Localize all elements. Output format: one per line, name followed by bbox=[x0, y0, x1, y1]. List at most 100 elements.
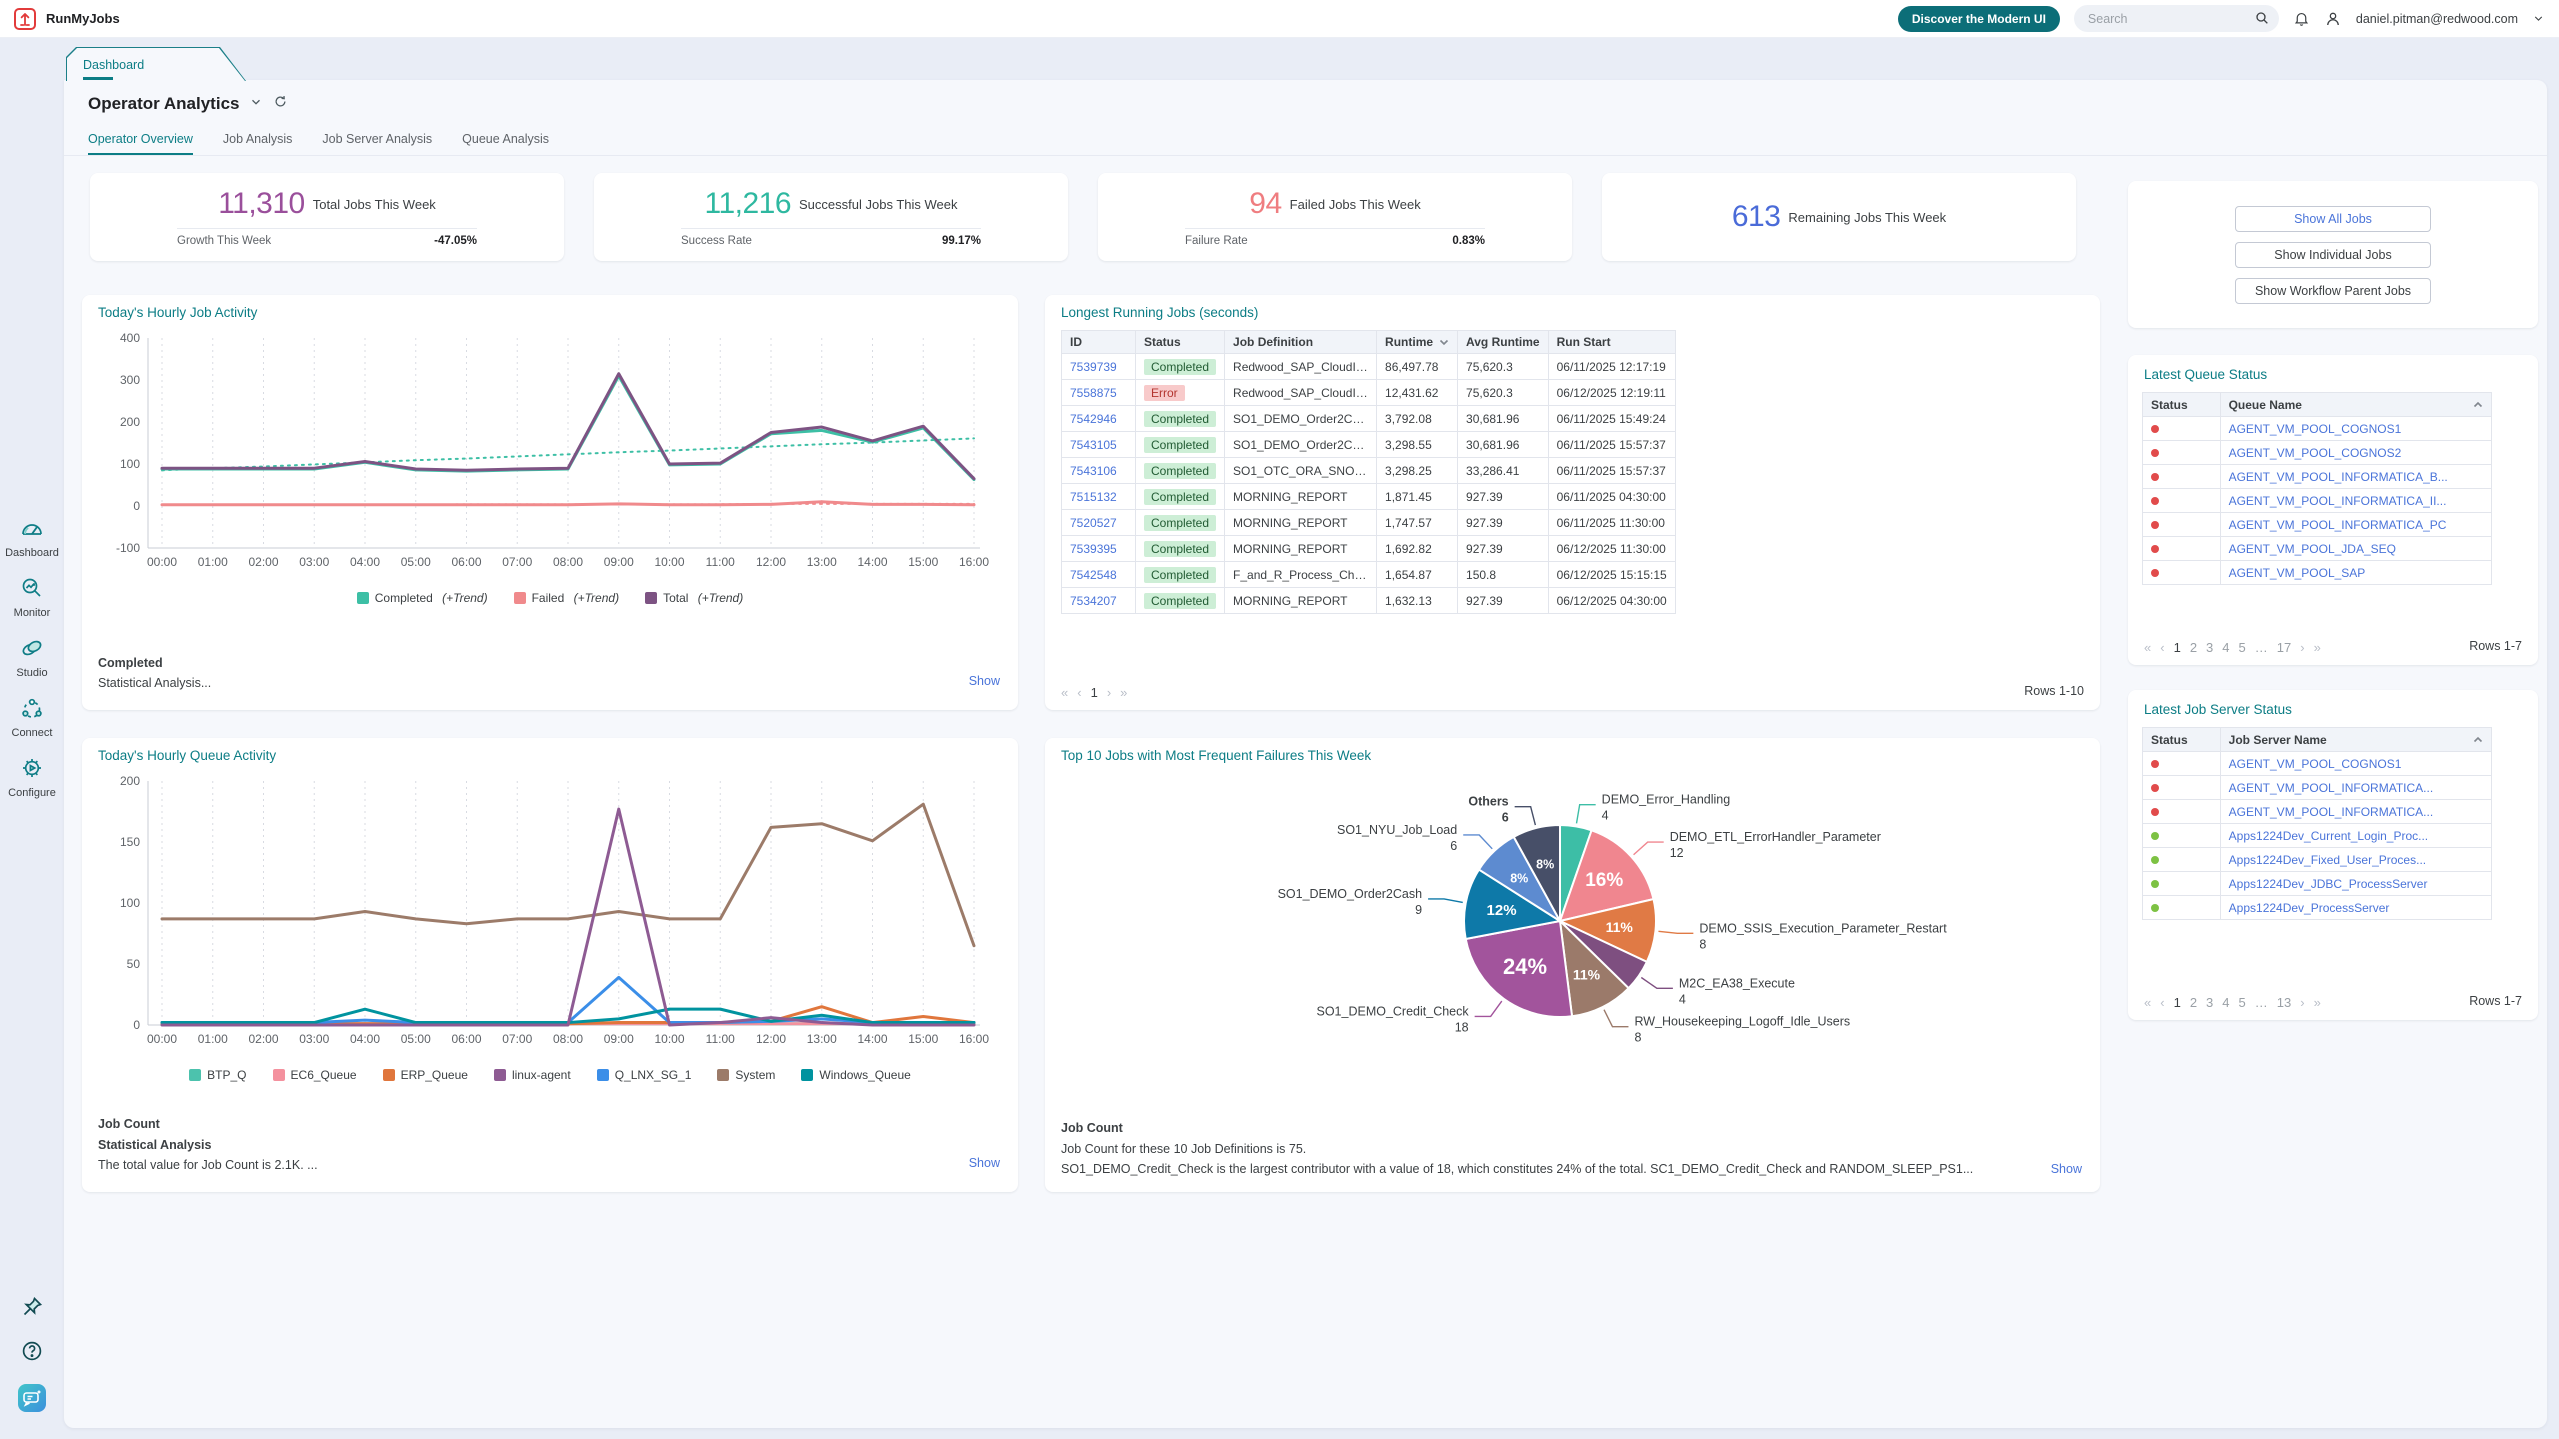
discover-modern-ui-button[interactable]: Discover the Modern UI bbox=[1898, 6, 2060, 32]
page-number[interactable]: 1 bbox=[1091, 685, 1098, 700]
column-header-runtime[interactable]: Runtime bbox=[1377, 331, 1458, 354]
name-link[interactable]: Apps1224Dev_JDBC_ProcessServer bbox=[2229, 877, 2428, 891]
name-link[interactable]: AGENT_VM_POOL_SAP bbox=[2229, 566, 2366, 580]
show-link[interactable]: Show bbox=[2051, 1162, 2082, 1176]
column-header-status[interactable]: Status bbox=[2143, 728, 2221, 752]
job-id-link[interactable]: 7520527 bbox=[1070, 516, 1117, 530]
column-header-id[interactable]: ID bbox=[1062, 331, 1136, 354]
prev-page-icon[interactable]: ‹ bbox=[2160, 995, 2164, 1010]
column-header-avg-runtime[interactable]: Avg Runtime bbox=[1458, 331, 1549, 354]
show-individual-jobs-button[interactable]: Show Individual Jobs bbox=[2235, 242, 2431, 268]
show-link[interactable]: Show bbox=[969, 674, 1000, 688]
last-page-icon[interactable]: » bbox=[1120, 685, 1127, 700]
chevron-down-icon[interactable] bbox=[2532, 12, 2545, 25]
notifications-icon[interactable] bbox=[2293, 10, 2310, 27]
first-page-icon[interactable]: « bbox=[2144, 640, 2151, 655]
sidebar-item-connect[interactable]: Connect bbox=[12, 696, 53, 739]
search-icon[interactable] bbox=[2254, 10, 2270, 31]
subtab-operator-overview[interactable]: Operator Overview bbox=[88, 132, 193, 156]
last-page-icon[interactable]: » bbox=[2314, 640, 2321, 655]
column-header-job-server-name[interactable]: Job Server Name bbox=[2220, 728, 2491, 752]
legend-item-erp_queue[interactable]: ERP_Queue bbox=[383, 1068, 468, 1082]
assistant-icon[interactable] bbox=[17, 1383, 47, 1418]
failures-pie-chart[interactable]: DEMO_Error_Handling416%DEMO_ETL_ErrorHan… bbox=[1045, 763, 2100, 1085]
tab-dashboard[interactable]: Dashboard bbox=[66, 47, 246, 81]
sidebar-item-configure[interactable]: Configure bbox=[8, 756, 56, 799]
page-number[interactable]: 3 bbox=[2206, 995, 2213, 1010]
legend-item-total[interactable]: Total (+Trend) bbox=[645, 591, 743, 605]
show-workflow-parent-jobs-button[interactable]: Show Workflow Parent Jobs bbox=[2235, 278, 2431, 304]
name-link[interactable]: AGENT_VM_POOL_INFORMATICA_PC bbox=[2229, 518, 2447, 532]
job-id-link[interactable]: 7558875 bbox=[1070, 386, 1117, 400]
prev-page-icon[interactable]: ‹ bbox=[2160, 640, 2164, 655]
job-id-link[interactable]: 7542946 bbox=[1070, 412, 1117, 426]
sort-asc-icon[interactable] bbox=[2473, 401, 2483, 412]
sort-asc-icon[interactable] bbox=[2473, 736, 2483, 747]
page-number[interactable]: 2 bbox=[2190, 640, 2197, 655]
next-page-icon[interactable]: › bbox=[2300, 995, 2304, 1010]
sort-desc-icon[interactable] bbox=[1439, 338, 1449, 349]
name-link[interactable]: AGENT_VM_POOL_COGNOS1 bbox=[2229, 422, 2402, 436]
column-header-queue-name[interactable]: Queue Name bbox=[2220, 393, 2491, 417]
page-number[interactable]: 17 bbox=[2277, 640, 2291, 655]
queue-activity-line-chart[interactable]: 00:0001:0002:0003:0004:0005:0006:0007:00… bbox=[96, 767, 1000, 1059]
page-number[interactable]: 4 bbox=[2222, 640, 2229, 655]
job-id-link[interactable]: 7534207 bbox=[1070, 594, 1117, 608]
subtab-job-server-analysis[interactable]: Job Server Analysis bbox=[322, 132, 432, 156]
user-icon[interactable] bbox=[2324, 10, 2342, 28]
job-id-link[interactable]: 7543106 bbox=[1070, 464, 1117, 478]
show-all-jobs-button[interactable]: Show All Jobs bbox=[2235, 206, 2431, 232]
pin-icon[interactable] bbox=[20, 1295, 44, 1324]
name-link[interactable]: AGENT_VM_POOL_COGNOS1 bbox=[2229, 757, 2402, 771]
job-activity-line-chart[interactable]: 00:0001:0002:0003:0004:0005:0006:0007:00… bbox=[96, 324, 1000, 582]
page-number[interactable]: 1 bbox=[2174, 640, 2181, 655]
legend-item-system[interactable]: System bbox=[717, 1068, 775, 1082]
name-link[interactable]: Apps1224Dev_ProcessServer bbox=[2229, 901, 2390, 915]
sidebar-item-dashboard[interactable]: Dashboard bbox=[5, 516, 59, 559]
runmyjobs-logo-icon[interactable] bbox=[14, 8, 36, 30]
job-id-link[interactable]: 7515132 bbox=[1070, 490, 1117, 504]
job-id-link[interactable]: 7543105 bbox=[1070, 438, 1117, 452]
column-header-job-definition[interactable]: Job Definition bbox=[1225, 331, 1377, 354]
chevron-down-icon[interactable] bbox=[249, 95, 263, 114]
name-link[interactable]: Apps1224Dev_Current_Login_Proc... bbox=[2229, 829, 2428, 843]
legend-item-linux-agent[interactable]: linux-agent bbox=[494, 1068, 571, 1082]
help-icon[interactable] bbox=[20, 1339, 44, 1368]
name-link[interactable]: AGENT_VM_POOL_INFORMATICA_II... bbox=[2229, 494, 2447, 508]
legend-item-failed[interactable]: Failed (+Trend) bbox=[514, 591, 619, 605]
page-number[interactable]: 4 bbox=[2222, 995, 2229, 1010]
page-number[interactable]: 3 bbox=[2206, 640, 2213, 655]
next-page-icon[interactable]: › bbox=[2300, 640, 2304, 655]
legend-item-windows_queue[interactable]: Windows_Queue bbox=[801, 1068, 910, 1082]
last-page-icon[interactable]: » bbox=[2314, 995, 2321, 1010]
prev-page-icon[interactable]: ‹ bbox=[1077, 685, 1081, 700]
search-box[interactable] bbox=[2074, 5, 2279, 32]
job-id-link[interactable]: 7542548 bbox=[1070, 568, 1117, 582]
column-header-status[interactable]: Status bbox=[1136, 331, 1225, 354]
page-number[interactable]: 5 bbox=[2239, 995, 2246, 1010]
sidebar-item-studio[interactable]: Studio bbox=[16, 636, 47, 679]
name-link[interactable]: AGENT_VM_POOL_JDA_SEQ bbox=[2229, 542, 2396, 556]
name-link[interactable]: AGENT_VM_POOL_INFORMATICA... bbox=[2229, 781, 2433, 795]
first-page-icon[interactable]: « bbox=[1061, 685, 1068, 700]
refresh-icon[interactable] bbox=[273, 94, 288, 114]
sidebar-item-monitor[interactable]: Monitor bbox=[14, 576, 51, 619]
page-number[interactable]: 13 bbox=[2277, 995, 2291, 1010]
legend-item-btp_q[interactable]: BTP_Q bbox=[189, 1068, 246, 1082]
page-number[interactable]: 2 bbox=[2190, 995, 2197, 1010]
job-id-link[interactable]: 7539395 bbox=[1070, 542, 1117, 556]
legend-item-completed[interactable]: Completed (+Trend) bbox=[357, 591, 488, 605]
job-id-link[interactable]: 7539739 bbox=[1070, 360, 1117, 374]
subtab-job-analysis[interactable]: Job Analysis bbox=[223, 132, 292, 156]
subtab-queue-analysis[interactable]: Queue Analysis bbox=[462, 132, 549, 156]
first-page-icon[interactable]: « bbox=[2144, 995, 2151, 1010]
page-number[interactable]: 1 bbox=[2174, 995, 2181, 1010]
name-link[interactable]: AGENT_VM_POOL_COGNOS2 bbox=[2229, 446, 2402, 460]
column-header-run-start[interactable]: Run Start bbox=[1548, 331, 1675, 354]
name-link[interactable]: AGENT_VM_POOL_INFORMATICA... bbox=[2229, 805, 2433, 819]
show-link[interactable]: Show bbox=[969, 1156, 1000, 1170]
user-email[interactable]: daniel.pitman@redwood.com bbox=[2356, 12, 2518, 26]
column-header-status[interactable]: Status bbox=[2143, 393, 2221, 417]
page-number[interactable]: 5 bbox=[2239, 640, 2246, 655]
next-page-icon[interactable]: › bbox=[1107, 685, 1111, 700]
